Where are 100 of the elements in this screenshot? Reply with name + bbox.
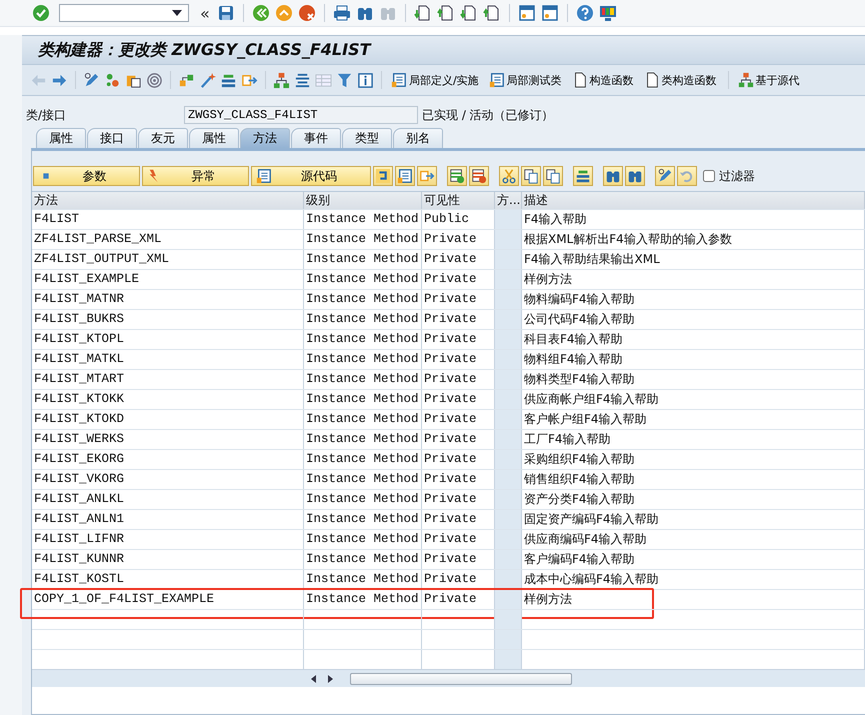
window-title: 类构建器：更改类 ZWGSY_CLASS_F4LIST [38,40,371,60]
table-cell: Instance Method [304,350,422,369]
table-cell: 成本中心编码F4输入帮助 [522,570,865,589]
scroll-left-icon[interactable] [310,674,318,684]
column-header[interactable]: 方法 [32,192,304,209]
table-cell: F4LIST_MTART [32,370,304,389]
table-cell: 物料组F4输入帮助 [522,350,865,369]
table-cell: Instance Method [304,450,422,469]
window-icon[interactable] [518,4,536,22]
document-icon[interactable] [391,72,407,88]
column-header[interactable]: 可见性 [422,192,495,209]
table-cell: F4LIST_KUNNR [32,550,304,569]
toolbar-button[interactable]: 构造函数 [570,72,636,88]
table-cell: Instance Method [304,410,422,429]
table-cell: 根据XML解析出F4输入帮助的输入参数 [522,230,865,249]
tab[interactable]: 接口 [87,128,137,148]
table-cell: F4LIST_ANLKL [32,490,304,509]
pencil-icon[interactable] [83,72,100,88]
check-icon[interactable] [32,4,50,22]
table-cell: F4LIST_MATNR [32,290,304,309]
window-icon[interactable] [540,4,559,22]
toolbar-button[interactable]: 源代码 [251,166,371,186]
toolbar-button[interactable]: 局部测试类 [486,72,564,88]
table-cell: Instance Method [304,290,422,309]
table-cell: Instance Method [304,330,422,349]
dropdown-icon[interactable] [172,10,182,16]
spiral-icon[interactable] [146,72,163,88]
tab[interactable]: 方法 [240,128,290,148]
table-cell: Instance Method [304,250,422,269]
cancel-icon[interactable] [298,4,316,22]
table-cell: 客户编码F4输入帮助 [522,550,865,569]
table-cell: 工厂F4输入帮助 [522,430,865,449]
table-cell: Instance Method [304,550,422,569]
checkbox-label: 过滤器 [719,168,755,184]
column-header[interactable]: 方... [495,192,522,209]
table-cell: Instance Method [304,590,422,609]
table-cell: 物料编码F4输入帮助 [522,290,865,309]
table-cell: F4LIST [32,210,304,229]
column-header[interactable]: 描述 [522,192,865,209]
page-arrow-icon[interactable] [436,4,455,22]
field-label: 类/接口 [26,106,68,124]
checkbox[interactable] [703,170,715,182]
page-arrow-icon[interactable] [460,4,478,22]
lines-icon[interactable] [294,72,311,88]
table-cell: F4LIST_ANLN1 [32,510,304,529]
help-icon[interactable] [576,4,594,22]
column-header[interactable]: 级别 [304,192,422,209]
info-icon[interactable] [357,72,374,88]
table-cell: Instance Method [304,270,422,289]
monitor-icon[interactable] [598,4,617,22]
table-cell: Instance Method [304,370,422,389]
filter-icon[interactable] [336,72,353,88]
table-cell: 采购组织F4输入帮助 [522,450,865,469]
scroll-thumb[interactable] [350,672,572,684]
tab[interactable]: 属性 [189,128,239,148]
hierarchy-icon[interactable] [738,72,754,88]
table-cell: 样例方法 [522,270,865,289]
table-cell: 客户帐户组F4输入帮助 [522,410,865,429]
table-cell: F4输入帮助结果输出XML [522,250,865,269]
table-cell: Instance Method [304,530,422,549]
table-cell: F4LIST_EXAMPLE [32,270,304,289]
toolbar-button[interactable]: 类构造函数 [642,72,719,88]
tab[interactable]: 友元 [138,128,188,148]
status-text: 已实现 / 活动（已修订） [422,106,554,124]
save-icon[interactable] [216,4,235,22]
table-cell: F4LIST_WERKS [32,430,304,449]
class-field[interactable]: ZWGSY_CLASS_F4LIST [184,106,418,124]
tab[interactable]: 别名 [393,128,443,148]
table-cell: 样例方法 [522,590,865,609]
table-cell: F4LIST_VKORG [32,470,304,489]
tab[interactable]: 属性 [36,128,86,148]
tab[interactable]: 类型 [342,128,392,148]
tab[interactable]: 事件 [291,128,341,148]
document-icon[interactable] [488,72,505,88]
back-icon[interactable] [252,4,270,22]
command-field[interactable] [59,4,189,22]
table-cell: 销售组织F4输入帮助 [522,470,865,489]
table-cell: F4LIST_KTOKK [32,390,304,409]
scroll-right-icon[interactable] [326,674,334,684]
printer-icon[interactable] [332,4,351,22]
table-cell: F4LIST_KTOKD [32,410,304,429]
collapse-button[interactable]: « [198,4,212,22]
table-cell: F4LIST_LIFNR [32,530,304,549]
page-arrow-icon[interactable] [482,4,501,22]
table-cell: ZF4LIST_PARSE_XML [32,230,304,249]
table-cell: Instance Method [304,230,422,249]
table-cell: Instance Method [304,570,422,589]
table-cell: F4LIST_MATKL [32,350,304,369]
toolbar-button[interactable]: 局部定义/实施 [389,72,481,88]
toolbar-button[interactable]: 异常 [142,166,249,186]
table-cell: ZF4LIST_OUTPUT_XML [32,250,304,269]
table-cell: Instance Method [304,490,422,509]
hierarchy-icon[interactable] [273,72,290,88]
page-arrow-icon[interactable] [414,4,432,22]
wand-icon[interactable] [199,72,216,88]
table-cell: Instance Method [304,430,422,449]
document-icon[interactable] [256,168,272,184]
toolbar-button[interactable]: 参数 [33,166,140,186]
toolbar-button[interactable]: 基于源代 [736,72,802,88]
table-cell: 供应商帐户组F4输入帮助 [522,390,865,409]
